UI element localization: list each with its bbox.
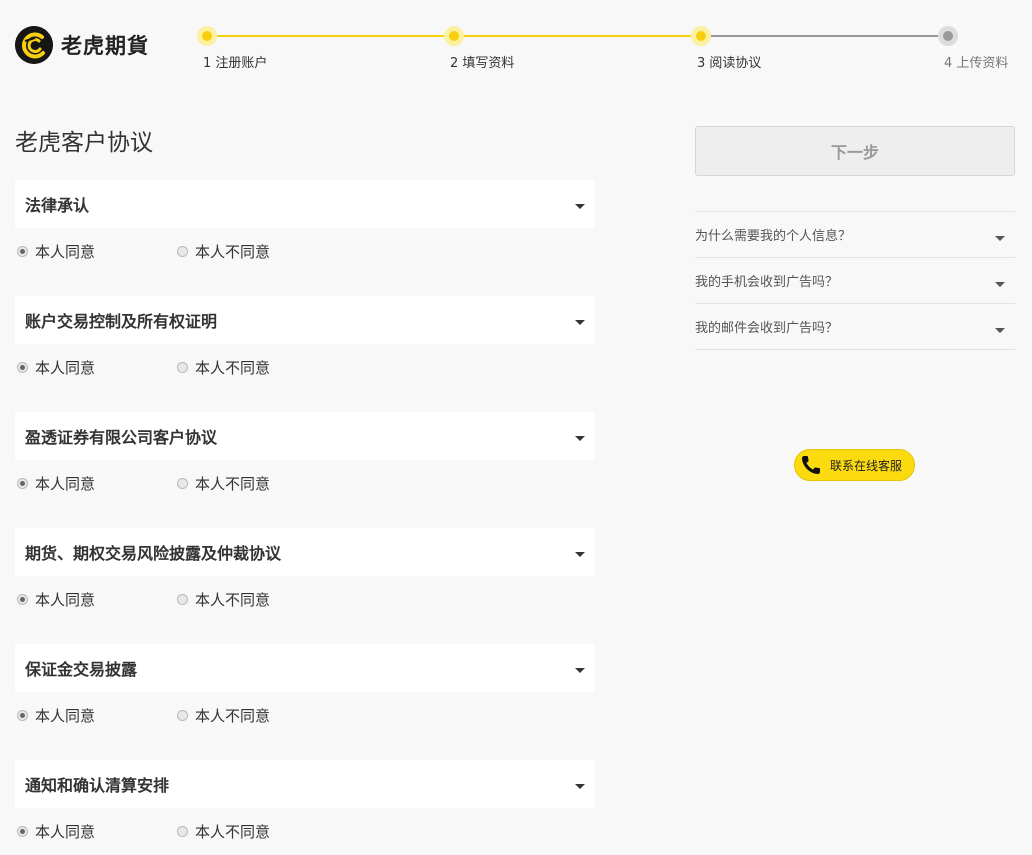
agree-label: 本人同意: [35, 706, 96, 725]
agree-radio[interactable]: 本人同意: [15, 473, 177, 494]
progress-stepper: 1 注册账户 2 填写资料 3 阅读协议 4 上传资料: [197, 26, 1017, 76]
disagree-radio[interactable]: 本人不同意: [177, 589, 270, 610]
radio-checked-icon[interactable]: [17, 477, 28, 489]
disagree-radio[interactable]: 本人不同意: [177, 821, 270, 842]
agreement-header-legal[interactable]: 法律承认: [15, 180, 595, 228]
faq-item[interactable]: 我的邮件会收到广告吗？: [695, 304, 1015, 350]
agree-label: 本人同意: [35, 474, 96, 493]
agreement-header-clearing[interactable]: 通知和确认清算安排: [15, 760, 595, 808]
agreement-title: 保证金交易披露: [25, 660, 138, 679]
disagree-label: 本人不同意: [195, 590, 271, 609]
disagree-radio[interactable]: 本人不同意: [177, 241, 270, 262]
agree-label: 本人同意: [35, 590, 96, 609]
agree-label: 本人同意: [35, 358, 96, 377]
online-support-button[interactable]: 联系在线客服: [794, 449, 915, 481]
agreement-options: 本人同意 本人不同意: [15, 808, 595, 854]
agreement-header-account-control[interactable]: 账户交易控制及所有权证明: [15, 296, 595, 344]
radio-unchecked-icon[interactable]: [177, 825, 188, 837]
agreement-options: 本人同意 本人不同意: [15, 692, 595, 738]
radio-unchecked-icon[interactable]: [177, 593, 188, 605]
step-2-label: 2 填写资料: [450, 56, 515, 71]
agreement-options: 本人同意 本人不同意: [15, 576, 595, 622]
radio-unchecked-icon[interactable]: [177, 361, 188, 373]
step-4-label: 4 上传资料: [944, 56, 1009, 71]
tiger-logo-icon: [15, 26, 53, 64]
step-1-indicator: [197, 26, 217, 46]
caret-down-icon: [575, 203, 585, 209]
disagree-label: 本人不同意: [195, 358, 271, 377]
agreement-header-ib-customer[interactable]: 盈透证券有限公司客户协议: [15, 412, 595, 460]
brand-name: 老虎期貨: [61, 34, 149, 58]
agreement-title: 通知和确认清算安排: [25, 776, 170, 795]
radio-unchecked-icon[interactable]: [177, 245, 188, 257]
agreement-title: 盈透证券有限公司客户协议: [25, 428, 218, 447]
agree-radio[interactable]: 本人同意: [15, 241, 177, 262]
disagree-label: 本人不同意: [195, 706, 271, 725]
agree-radio[interactable]: 本人同意: [15, 705, 177, 726]
faq-item[interactable]: 为什么需要我的个人信息？: [695, 212, 1015, 258]
radio-checked-icon[interactable]: [17, 709, 28, 721]
radio-checked-icon[interactable]: [17, 361, 28, 373]
agreement-section: 通知和确认清算安排 本人同意 本人不同意: [15, 760, 595, 854]
step-connector: [711, 35, 938, 37]
faq-question: 我的手机会收到广告吗？: [695, 275, 839, 290]
disagree-label: 本人不同意: [195, 474, 271, 493]
step-1-label: 1 注册账户: [203, 56, 268, 71]
agreement-header-margin[interactable]: 保证金交易披露: [15, 644, 595, 692]
caret-down-icon: [575, 667, 585, 673]
phone-icon: [802, 456, 820, 474]
faq-item[interactable]: 我的手机会收到广告吗？: [695, 258, 1015, 304]
agreement-title: 期货、期权交易风险披露及仲裁协议: [25, 544, 282, 563]
disagree-label: 本人不同意: [195, 242, 271, 261]
agreement-section: 保证金交易披露 本人同意 本人不同意: [15, 644, 595, 738]
agreement-section: 法律承认 本人同意 本人不同意: [15, 180, 595, 274]
agree-label: 本人同意: [35, 822, 96, 841]
caret-down-icon: [575, 435, 585, 441]
brand-logo[interactable]: 老虎期貨: [15, 26, 149, 64]
disagree-radio[interactable]: 本人不同意: [177, 705, 270, 726]
agreement-header-risk-disclosure[interactable]: 期货、期权交易风险披露及仲裁协议: [15, 528, 595, 576]
faq-list: 为什么需要我的个人信息？ 我的手机会收到广告吗？ 我的邮件会收到广告吗？: [695, 211, 1015, 350]
disagree-radio[interactable]: 本人不同意: [177, 473, 270, 494]
agreement-title: 账户交易控制及所有权证明: [25, 312, 218, 331]
step-3-indicator: [691, 26, 711, 46]
agreement-section: 账户交易控制及所有权证明 本人同意 本人不同意: [15, 296, 595, 390]
page-title: 老虎客户协议: [15, 130, 153, 156]
radio-unchecked-icon[interactable]: [177, 477, 188, 489]
radio-checked-icon[interactable]: [17, 245, 28, 257]
agreement-section: 盈透证券有限公司客户协议 本人同意 本人不同意: [15, 412, 595, 506]
step-4-indicator: [938, 26, 958, 46]
agree-label: 本人同意: [35, 242, 96, 261]
caret-down-icon: [575, 551, 585, 557]
caret-down-icon: [995, 236, 1005, 241]
disagree-radio[interactable]: 本人不同意: [177, 357, 270, 378]
caret-down-icon: [575, 783, 585, 789]
step-3-label: 3 阅读协议: [697, 56, 762, 71]
disagree-label: 本人不同意: [195, 822, 271, 841]
caret-down-icon: [995, 282, 1005, 287]
step-2-indicator: [444, 26, 464, 46]
caret-down-icon: [995, 328, 1005, 333]
step-connector: [217, 35, 444, 37]
faq-question: 为什么需要我的个人信息？: [695, 229, 852, 244]
caret-down-icon: [575, 319, 585, 325]
agreement-options: 本人同意 本人不同意: [15, 344, 595, 390]
faq-question: 我的邮件会收到广告吗？: [695, 321, 839, 336]
agree-radio[interactable]: 本人同意: [15, 589, 177, 610]
agreement-options: 本人同意 本人不同意: [15, 460, 595, 506]
step-connector: [464, 35, 691, 37]
agreement-options: 本人同意 本人不同意: [15, 228, 595, 274]
agree-radio[interactable]: 本人同意: [15, 821, 177, 842]
agreement-section: 期货、期权交易风险披露及仲裁协议 本人同意 本人不同意: [15, 528, 595, 622]
next-step-button[interactable]: 下一步: [695, 126, 1015, 176]
radio-checked-icon[interactable]: [17, 593, 28, 605]
agree-radio[interactable]: 本人同意: [15, 357, 177, 378]
support-label: 联系在线客服: [830, 458, 903, 473]
radio-checked-icon[interactable]: [17, 825, 28, 837]
agreement-title: 法律承认: [25, 196, 90, 215]
radio-unchecked-icon[interactable]: [177, 709, 188, 721]
